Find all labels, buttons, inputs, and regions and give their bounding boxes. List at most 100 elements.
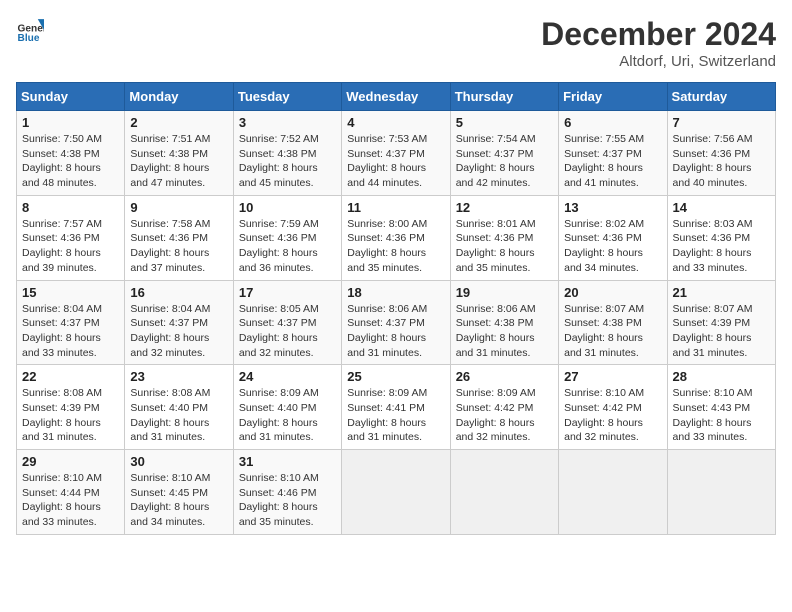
calendar-day-cell: 6 Sunrise: 7:55 AM Sunset: 4:37 PM Dayli… bbox=[559, 111, 667, 196]
day-number: 3 bbox=[239, 115, 336, 130]
day-number: 19 bbox=[456, 285, 553, 300]
calendar-day-cell bbox=[559, 450, 667, 535]
day-info: Sunrise: 7:52 AM Sunset: 4:38 PM Dayligh… bbox=[239, 132, 336, 191]
weekday-header: Friday bbox=[559, 83, 667, 111]
day-number: 15 bbox=[22, 285, 119, 300]
calendar-day-cell: 4 Sunrise: 7:53 AM Sunset: 4:37 PM Dayli… bbox=[342, 111, 450, 196]
day-number: 16 bbox=[130, 285, 227, 300]
day-info: Sunrise: 7:59 AM Sunset: 4:36 PM Dayligh… bbox=[239, 217, 336, 276]
day-number: 9 bbox=[130, 200, 227, 215]
day-number: 22 bbox=[22, 369, 119, 384]
calendar-day-cell: 30 Sunrise: 8:10 AM Sunset: 4:45 PM Dayl… bbox=[125, 450, 233, 535]
calendar-week-row: 29 Sunrise: 8:10 AM Sunset: 4:44 PM Dayl… bbox=[17, 450, 776, 535]
calendar-day-cell: 8 Sunrise: 7:57 AM Sunset: 4:36 PM Dayli… bbox=[17, 195, 125, 280]
day-info: Sunrise: 7:56 AM Sunset: 4:36 PM Dayligh… bbox=[673, 132, 770, 191]
calendar-week-row: 1 Sunrise: 7:50 AM Sunset: 4:38 PM Dayli… bbox=[17, 111, 776, 196]
calendar-day-cell: 11 Sunrise: 8:00 AM Sunset: 4:36 PM Dayl… bbox=[342, 195, 450, 280]
day-info: Sunrise: 8:07 AM Sunset: 4:39 PM Dayligh… bbox=[673, 302, 770, 361]
day-info: Sunrise: 7:51 AM Sunset: 4:38 PM Dayligh… bbox=[130, 132, 227, 191]
calendar-day-cell: 28 Sunrise: 8:10 AM Sunset: 4:43 PM Dayl… bbox=[667, 365, 775, 450]
page-header: General Blue December 2024 Altdorf, Uri,… bbox=[16, 16, 776, 70]
calendar-day-cell: 20 Sunrise: 8:07 AM Sunset: 4:38 PM Dayl… bbox=[559, 280, 667, 365]
calendar-day-cell: 1 Sunrise: 7:50 AM Sunset: 4:38 PM Dayli… bbox=[17, 111, 125, 196]
day-number: 8 bbox=[22, 200, 119, 215]
day-number: 21 bbox=[673, 285, 770, 300]
logo-icon: General Blue bbox=[16, 16, 44, 44]
calendar-day-cell bbox=[342, 450, 450, 535]
calendar-day-cell: 10 Sunrise: 7:59 AM Sunset: 4:36 PM Dayl… bbox=[233, 195, 341, 280]
day-number: 24 bbox=[239, 369, 336, 384]
day-info: Sunrise: 8:02 AM Sunset: 4:36 PM Dayligh… bbox=[564, 217, 661, 276]
svg-text:Blue: Blue bbox=[18, 33, 40, 44]
day-info: Sunrise: 7:58 AM Sunset: 4:36 PM Dayligh… bbox=[130, 217, 227, 276]
day-info: Sunrise: 8:03 AM Sunset: 4:36 PM Dayligh… bbox=[673, 217, 770, 276]
calendar-day-cell: 24 Sunrise: 8:09 AM Sunset: 4:40 PM Dayl… bbox=[233, 365, 341, 450]
weekday-header: Wednesday bbox=[342, 83, 450, 111]
day-number: 26 bbox=[456, 369, 553, 384]
day-info: Sunrise: 8:06 AM Sunset: 4:37 PM Dayligh… bbox=[347, 302, 444, 361]
title-block: December 2024 Altdorf, Uri, Switzerland bbox=[541, 16, 776, 70]
day-number: 11 bbox=[347, 200, 444, 215]
day-info: Sunrise: 8:08 AM Sunset: 4:40 PM Dayligh… bbox=[130, 386, 227, 445]
day-number: 10 bbox=[239, 200, 336, 215]
calendar-day-cell: 2 Sunrise: 7:51 AM Sunset: 4:38 PM Dayli… bbox=[125, 111, 233, 196]
day-number: 13 bbox=[564, 200, 661, 215]
calendar-day-cell bbox=[450, 450, 558, 535]
day-info: Sunrise: 8:09 AM Sunset: 4:40 PM Dayligh… bbox=[239, 386, 336, 445]
calendar-day-cell: 18 Sunrise: 8:06 AM Sunset: 4:37 PM Dayl… bbox=[342, 280, 450, 365]
calendar-day-cell: 22 Sunrise: 8:08 AM Sunset: 4:39 PM Dayl… bbox=[17, 365, 125, 450]
weekday-header: Monday bbox=[125, 83, 233, 111]
day-number: 7 bbox=[673, 115, 770, 130]
day-number: 28 bbox=[673, 369, 770, 384]
calendar-day-cell: 19 Sunrise: 8:06 AM Sunset: 4:38 PM Dayl… bbox=[450, 280, 558, 365]
day-info: Sunrise: 8:10 AM Sunset: 4:46 PM Dayligh… bbox=[239, 471, 336, 530]
day-info: Sunrise: 8:09 AM Sunset: 4:42 PM Dayligh… bbox=[456, 386, 553, 445]
day-number: 6 bbox=[564, 115, 661, 130]
calendar-day-cell: 3 Sunrise: 7:52 AM Sunset: 4:38 PM Dayli… bbox=[233, 111, 341, 196]
calendar-day-cell: 27 Sunrise: 8:10 AM Sunset: 4:42 PM Dayl… bbox=[559, 365, 667, 450]
calendar-day-cell: 12 Sunrise: 8:01 AM Sunset: 4:36 PM Dayl… bbox=[450, 195, 558, 280]
logo: General Blue bbox=[16, 16, 44, 44]
calendar-week-row: 15 Sunrise: 8:04 AM Sunset: 4:37 PM Dayl… bbox=[17, 280, 776, 365]
day-info: Sunrise: 8:09 AM Sunset: 4:41 PM Dayligh… bbox=[347, 386, 444, 445]
weekday-header: Saturday bbox=[667, 83, 775, 111]
calendar-table: SundayMondayTuesdayWednesdayThursdayFrid… bbox=[16, 82, 776, 535]
day-number: 20 bbox=[564, 285, 661, 300]
day-number: 25 bbox=[347, 369, 444, 384]
day-info: Sunrise: 8:10 AM Sunset: 4:43 PM Dayligh… bbox=[673, 386, 770, 445]
day-info: Sunrise: 8:05 AM Sunset: 4:37 PM Dayligh… bbox=[239, 302, 336, 361]
day-info: Sunrise: 8:10 AM Sunset: 4:42 PM Dayligh… bbox=[564, 386, 661, 445]
day-info: Sunrise: 8:07 AM Sunset: 4:38 PM Dayligh… bbox=[564, 302, 661, 361]
calendar-day-cell: 5 Sunrise: 7:54 AM Sunset: 4:37 PM Dayli… bbox=[450, 111, 558, 196]
day-info: Sunrise: 7:50 AM Sunset: 4:38 PM Dayligh… bbox=[22, 132, 119, 191]
calendar-day-cell: 9 Sunrise: 7:58 AM Sunset: 4:36 PM Dayli… bbox=[125, 195, 233, 280]
calendar-day-cell: 7 Sunrise: 7:56 AM Sunset: 4:36 PM Dayli… bbox=[667, 111, 775, 196]
day-info: Sunrise: 8:04 AM Sunset: 4:37 PM Dayligh… bbox=[22, 302, 119, 361]
calendar-day-cell: 15 Sunrise: 8:04 AM Sunset: 4:37 PM Dayl… bbox=[17, 280, 125, 365]
calendar-week-row: 22 Sunrise: 8:08 AM Sunset: 4:39 PM Dayl… bbox=[17, 365, 776, 450]
calendar-week-row: 8 Sunrise: 7:57 AM Sunset: 4:36 PM Dayli… bbox=[17, 195, 776, 280]
day-number: 18 bbox=[347, 285, 444, 300]
day-number: 1 bbox=[22, 115, 119, 130]
day-number: 5 bbox=[456, 115, 553, 130]
calendar-day-cell: 25 Sunrise: 8:09 AM Sunset: 4:41 PM Dayl… bbox=[342, 365, 450, 450]
calendar-day-cell: 17 Sunrise: 8:05 AM Sunset: 4:37 PM Dayl… bbox=[233, 280, 341, 365]
calendar-day-cell: 23 Sunrise: 8:08 AM Sunset: 4:40 PM Dayl… bbox=[125, 365, 233, 450]
day-number: 29 bbox=[22, 454, 119, 469]
day-info: Sunrise: 7:53 AM Sunset: 4:37 PM Dayligh… bbox=[347, 132, 444, 191]
month-title: December 2024 bbox=[541, 16, 776, 53]
day-number: 23 bbox=[130, 369, 227, 384]
day-number: 17 bbox=[239, 285, 336, 300]
day-number: 27 bbox=[564, 369, 661, 384]
calendar-day-cell: 26 Sunrise: 8:09 AM Sunset: 4:42 PM Dayl… bbox=[450, 365, 558, 450]
day-number: 14 bbox=[673, 200, 770, 215]
day-number: 12 bbox=[456, 200, 553, 215]
day-info: Sunrise: 8:04 AM Sunset: 4:37 PM Dayligh… bbox=[130, 302, 227, 361]
calendar-day-cell: 13 Sunrise: 8:02 AM Sunset: 4:36 PM Dayl… bbox=[559, 195, 667, 280]
day-info: Sunrise: 7:55 AM Sunset: 4:37 PM Dayligh… bbox=[564, 132, 661, 191]
location: Altdorf, Uri, Switzerland bbox=[541, 53, 776, 70]
calendar-day-cell: 31 Sunrise: 8:10 AM Sunset: 4:46 PM Dayl… bbox=[233, 450, 341, 535]
weekday-header: Tuesday bbox=[233, 83, 341, 111]
day-info: Sunrise: 8:01 AM Sunset: 4:36 PM Dayligh… bbox=[456, 217, 553, 276]
day-info: Sunrise: 8:08 AM Sunset: 4:39 PM Dayligh… bbox=[22, 386, 119, 445]
